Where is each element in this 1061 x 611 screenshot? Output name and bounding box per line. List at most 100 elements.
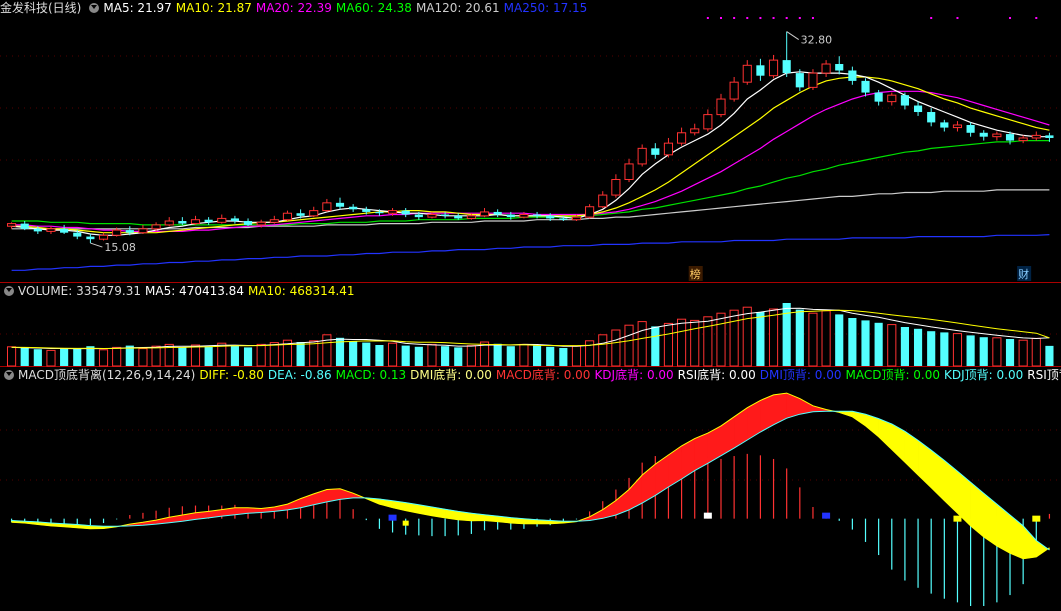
volume-bar [927,331,936,366]
volume-bar [46,349,56,367]
candle [466,215,476,219]
volume-bar [138,348,148,367]
high-pointer [786,31,799,40]
volume-bar [992,337,1002,367]
candle [729,81,739,100]
signal-marker [719,17,722,19]
candle [296,213,305,216]
candle [571,216,582,221]
kline-chart[interactable]: 32.80 15.08 榜 财 [0,0,1061,611]
volume-bar [243,347,253,366]
candle [164,220,174,226]
candle [598,194,608,208]
volume-bar [349,341,358,366]
signal-square [402,520,409,526]
volume-bar [782,303,791,366]
candle [624,163,634,180]
candle [1031,134,1041,139]
volume-bar [441,346,450,366]
volume-bar [387,342,398,367]
candle [651,148,660,155]
candle [848,70,857,81]
candle [506,214,515,218]
candle [98,234,109,240]
candle [204,219,213,223]
badge-cai: 财 [1018,267,1029,281]
candle [178,221,187,224]
signal-square [1032,515,1041,522]
candle [322,202,332,212]
volume-bar [651,326,660,366]
candle [861,80,870,93]
candle [427,214,437,218]
candle [808,72,818,88]
volume-bar [362,342,371,366]
candle [375,211,384,214]
candle [663,142,674,156]
volume-bar [546,346,555,366]
volume-bar [414,346,423,366]
candle [690,128,700,134]
macd-fill-segment [1009,514,1024,560]
signal-marker [1035,17,1038,19]
volume-bar [598,334,608,367]
candle [940,122,949,128]
candle [414,214,423,218]
signal-square [822,512,831,519]
candle [441,214,450,216]
volume-bar [1045,345,1054,366]
signal-square [703,512,712,519]
candle [887,94,897,103]
candle [73,232,82,237]
candle [33,228,42,232]
volume-bar [900,327,909,366]
volume-bar [60,348,69,366]
volume-bar [966,335,975,366]
macd-fill-segment [917,439,932,489]
candle [60,228,69,233]
volume-bar [1018,339,1028,367]
candle [559,218,568,220]
volume-bar [861,320,870,366]
volume-bar [6,346,17,367]
volume-bar [269,342,279,367]
volume-bar [230,345,239,366]
candle [1005,134,1015,141]
volume-bar [86,346,95,366]
candle [190,219,201,225]
volume-bar [532,345,542,366]
signal-marker [798,17,801,19]
signal-marker [1009,17,1012,19]
candle [1045,135,1054,138]
signal-marker [956,17,959,19]
candle [992,133,1002,138]
volume-bar [1005,339,1015,366]
candle [454,215,463,219]
candle [230,218,239,222]
candle [532,214,542,216]
volume-bar [98,349,109,367]
signal-marker [706,17,709,19]
volume-bar [768,308,779,367]
volume-bar [112,346,122,367]
signal-marker [772,17,775,19]
candle [401,210,410,215]
volume-bar [427,343,437,367]
candle [362,209,371,212]
volume-bar [73,348,82,366]
signal-marker [811,17,814,19]
volume-bar [716,312,726,367]
volume-bar [690,319,700,367]
candle [243,221,253,225]
volume-bar [33,349,42,366]
volume-bar [979,337,988,366]
low-pointer [90,242,103,248]
candle [795,73,804,88]
candle [874,92,883,102]
volume-bar [178,347,187,366]
candle [637,147,647,165]
macd-fill-segment [970,481,984,538]
candle [952,124,963,129]
ma20-line [11,90,1050,232]
candle [20,223,29,229]
